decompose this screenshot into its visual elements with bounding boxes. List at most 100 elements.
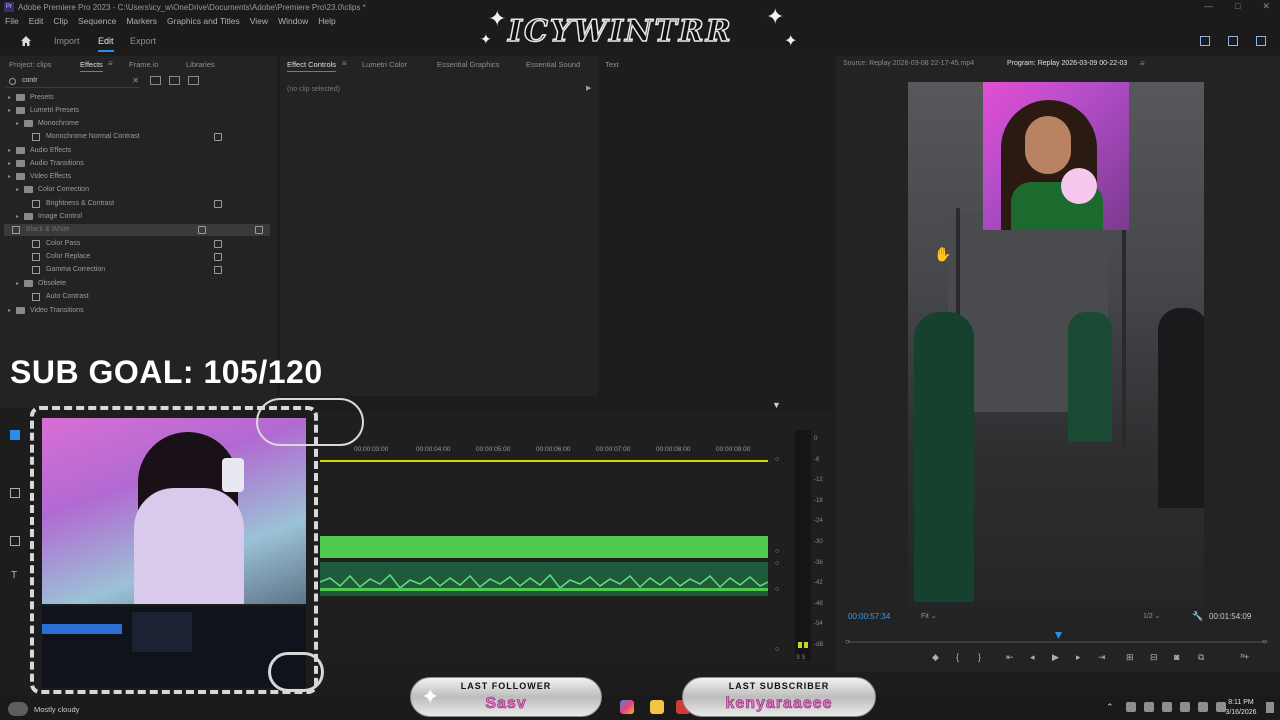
menu-clip[interactable]: Clip [53,16,68,26]
tab-project[interactable]: Project: clips [9,60,52,69]
close-icon[interactable]: ✕ [1262,1,1270,12]
effects-tree-item[interactable]: ▸ Color Correction [16,184,270,196]
tab-source[interactable]: Source: Replay 2026-03-08 22-17-45.mp4 [843,60,974,67]
menu-view[interactable]: View [250,16,268,26]
expand-arrow-icon[interactable]: ▶ [586,84,591,92]
tab-import[interactable]: Import [54,36,80,46]
weather-icon[interactable] [8,702,28,716]
add-marker-icon[interactable]: ◆ [932,652,939,663]
clear-search-icon[interactable]: ✕ [132,76,139,85]
expand-chevron-icon[interactable]: ▸ [16,213,19,220]
effects-tree-item[interactable]: Brightness & Contrast [24,198,270,210]
audio-clip[interactable] [320,562,768,596]
expand-chevron-icon[interactable]: ▸ [16,120,19,127]
filter-icon[interactable]: ▼ [772,400,781,410]
expand-chevron-icon[interactable]: ▸ [16,280,19,287]
menu-window[interactable]: Window [278,16,308,26]
tray-app-icon[interactable] [1126,702,1136,712]
share-icon[interactable] [1228,36,1238,46]
menu-graphics-and-titles[interactable]: Graphics and Titles [167,16,240,26]
current-timecode[interactable]: 00:00:57:34 [848,612,890,621]
scrub-start-icon[interactable]: ○ [845,637,850,646]
settings-wrench-icon[interactable]: 🔧 [1192,611,1203,622]
file-explorer-icon[interactable] [650,700,664,714]
menu-file[interactable]: File [5,16,19,26]
menu-sequence[interactable]: Sequence [78,16,116,26]
maximize-icon[interactable]: □ [1235,1,1240,12]
minimize-icon[interactable]: — [1204,1,1213,12]
expand-chevron-icon[interactable]: ▸ [8,107,11,114]
effects-tree-item[interactable]: ▸ Audio Transitions [8,158,270,170]
tab-program[interactable]: Program: Replay 2026-03-09 00-22-03 [1007,60,1127,67]
play-icon[interactable]: ▶ [1052,652,1059,663]
step-back-icon[interactable]: ◂ [1030,652,1035,663]
step-forward-icon[interactable]: ▸ [1076,652,1081,663]
effects-tree-item[interactable]: ▸ Monochrome [16,118,270,130]
pen-tool-icon[interactable] [10,536,20,546]
system-clock[interactable]: 8:11 PM 3/16/2026 [1222,698,1260,718]
video-clip[interactable] [320,536,768,558]
expand-chevron-icon[interactable]: ▸ [8,147,11,154]
effects-tree-item[interactable]: Monochrome Normal Contrast [24,131,270,143]
notifications-icon[interactable] [1266,702,1274,713]
effects-tree-item[interactable]: Color Replace [24,251,270,263]
expand-chevron-icon[interactable]: ▸ [8,94,11,101]
scroll-handle-icon[interactable]: ○ [775,560,779,567]
tray-overflow-icon[interactable]: ⌃ [1106,702,1114,713]
mark-in-icon[interactable]: { [956,652,959,662]
effects-tree-item[interactable]: ▸ Video Effects [8,171,270,183]
effects-tree-item[interactable]: ▸ Audio Effects [8,145,270,157]
menu-markers[interactable]: Markers [126,16,157,26]
tab-frameio[interactable]: Frame.io [129,60,159,69]
32bit-effects-icon[interactable] [169,76,180,85]
expand-chevron-icon[interactable]: ▸ [8,173,11,180]
selection-tool-icon[interactable] [10,430,20,440]
home-icon[interactable] [20,35,32,47]
network-icon[interactable] [1198,702,1208,712]
effects-tree-item[interactable]: ▸ Presets [8,92,270,104]
menu-edit[interactable]: Edit [29,16,44,26]
workspaces-icon[interactable] [1200,36,1210,46]
scroll-handle-icon[interactable]: ○ [775,586,779,593]
mark-out-icon[interactable]: } [978,652,981,662]
tray-app-icon[interactable] [1144,702,1154,712]
effects-tree-item[interactable]: Auto Contrast [24,291,270,303]
expand-chevron-icon[interactable]: ▸ [16,186,19,193]
yuv-effects-icon[interactable] [188,76,199,85]
work-area-bar[interactable] [320,460,768,462]
resolution-select[interactable]: 1/2 ⌄ [1143,612,1161,620]
tab-essential-sound[interactable]: Essential Sound [526,60,580,69]
tab-edit[interactable]: Edit [98,36,114,52]
export-frame-icon[interactable]: ◙ [1174,652,1179,662]
scroll-handle-icon[interactable]: ○ [775,456,779,463]
tab-effect-controls[interactable]: Effect Controls [287,60,337,72]
tab-lumetri-color[interactable]: Lumetri Color [362,60,407,69]
effects-tree-item[interactable]: ▸ Image Control [16,211,270,223]
go-to-in-icon[interactable]: ⇤ [1006,652,1014,663]
tab-export[interactable]: Export [130,36,156,46]
type-tool-icon[interactable]: T [11,570,17,581]
effects-tree-item[interactable]: ▸ Video Transitions [8,305,270,317]
tab-essential-graphics[interactable]: Essential Graphics [437,60,500,69]
scrub-end-icon[interactable]: ○ [1262,637,1267,646]
menu-help[interactable]: Help [318,16,335,26]
playhead-scrubber[interactable] [848,641,1268,643]
expand-chevron-icon[interactable]: ▸ [8,160,11,167]
fit-select[interactable]: Fit ⌄ [921,612,937,620]
effects-search-input[interactable]: contr ✕ [6,76,140,88]
more-controls-icon[interactable]: » [1240,650,1245,660]
tab-effects[interactable]: Effects [80,60,103,72]
lift-icon[interactable]: ⊞ [1126,652,1134,663]
accelerated-effects-icon[interactable] [150,76,161,85]
effects-tree-item[interactable]: Black & White [4,224,270,236]
extract-icon[interactable]: ⊟ [1150,652,1158,663]
effects-tree-item[interactable]: Color Pass [24,238,270,250]
panel-menu-icon[interactable]: ≡ [342,59,347,68]
go-to-out-icon[interactable]: ⇥ [1098,652,1106,663]
tab-libraries[interactable]: Libraries [186,60,215,69]
meter-solo-buttons[interactable]: S S [796,655,806,661]
panel-menu-icon[interactable]: ≡ [108,59,113,68]
expand-chevron-icon[interactable]: ▸ [8,307,11,314]
effects-tree-item[interactable]: Gamma Correction [24,264,270,276]
tray-app-icon[interactable] [1162,702,1172,712]
